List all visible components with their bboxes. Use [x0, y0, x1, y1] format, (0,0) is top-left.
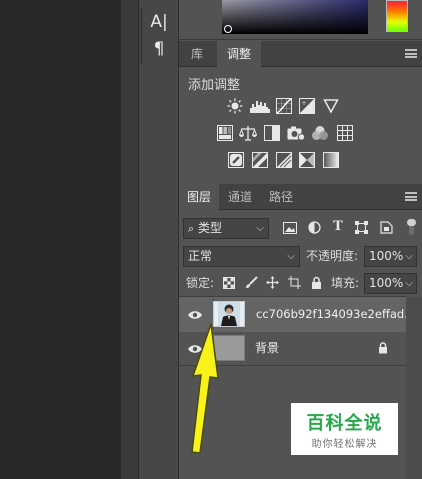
black-white-icon[interactable]: [264, 125, 280, 141]
tab-paths[interactable]: 路径: [261, 184, 301, 210]
svg-text:+: +: [302, 100, 307, 107]
fill-field[interactable]: 100% ⌵: [364, 273, 417, 294]
layer-name: 背景: [255, 341, 280, 355]
levels-icon[interactable]: [250, 98, 270, 114]
text-filter-icon[interactable]: T: [330, 219, 346, 234]
lock-artboard-icon[interactable]: [288, 276, 301, 289]
search-icon: ⌕: [188, 222, 195, 235]
posterize-icon[interactable]: [252, 152, 268, 168]
lock-label: 锁定:: [186, 276, 215, 290]
watermark-subtitle: 助你轻松解决: [311, 439, 378, 450]
tab-layers[interactable]: 图层: [179, 184, 219, 210]
tab-adjustments[interactable]: 调整: [217, 41, 261, 67]
adjustments-tabbar: 库 调整: [179, 41, 422, 67]
blend-mode-value: 正常: [188, 249, 213, 263]
opacity-value: 100%: [369, 249, 404, 263]
layer-name: cc706b92f134093e2effad...: [256, 307, 416, 321]
layers-scrollbar[interactable]: [406, 297, 422, 479]
opacity-field[interactable]: 100% ⌵: [364, 246, 417, 267]
tool-strip: [121, 0, 139, 479]
adjustment-filter-icon[interactable]: [308, 221, 321, 234]
channel-mixer-icon[interactable]: [311, 125, 329, 141]
tab-channels[interactable]: 通道: [221, 184, 259, 210]
lock-paint-icon[interactable]: [245, 276, 258, 289]
watermark-title: 百科全说: [306, 413, 383, 434]
fill-value: 100%: [369, 276, 404, 290]
tool-divider: [141, 8, 142, 64]
gradient-map-icon[interactable]: [323, 152, 339, 168]
tab-library[interactable]: 库: [179, 41, 215, 67]
lock-move-icon[interactable]: [266, 276, 279, 289]
type-tool-button[interactable]: A|: [146, 11, 172, 33]
image-filter-icon[interactable]: [283, 222, 297, 234]
adjustments-title: 添加调整: [188, 78, 241, 93]
tool-column: [139, 0, 179, 479]
filter-toggle[interactable]: [406, 219, 417, 235]
threshold-icon[interactable]: [276, 152, 292, 168]
photo-filter-icon[interactable]: [287, 125, 305, 141]
lock-transparent-icon[interactable]: [223, 277, 235, 289]
invert-icon[interactable]: [228, 152, 244, 168]
fill-label: 填充:: [331, 276, 360, 290]
color-picker-ring[interactable]: [224, 25, 232, 33]
chevron-down-icon: ⌵: [287, 251, 295, 262]
smart-object-filter-icon[interactable]: [380, 221, 393, 234]
shape-filter-icon[interactable]: [355, 221, 368, 234]
hue-saturation-icon[interactable]: [217, 125, 233, 141]
lock-icon[interactable]: [378, 342, 388, 354]
layers-menu-icon[interactable]: [405, 192, 417, 201]
vibrance-icon[interactable]: [323, 98, 339, 114]
annotation-arrow-icon: [191, 323, 219, 454]
chevron-down-icon: ⌵: [256, 223, 264, 234]
layers-tabbar: 图层 通道 路径: [179, 184, 422, 210]
paragraph-tool-button[interactable]: ¶: [146, 38, 172, 60]
watermark-logo: 百科全说 助你轻松解决: [291, 403, 398, 455]
blend-mode-select[interactable]: 正常 ⌵: [183, 246, 300, 267]
adjustments-menu-icon[interactable]: [405, 49, 417, 58]
filter-kind-value: 类型: [198, 221, 223, 235]
color-lookup-icon[interactable]: [337, 125, 353, 141]
chevron-down-icon: ⌵: [405, 251, 413, 262]
opacity-label: 不透明度:: [306, 249, 359, 263]
lock-all-icon[interactable]: [311, 276, 322, 289]
color-field[interactable]: [222, 0, 368, 34]
color-balance-icon[interactable]: [239, 125, 257, 141]
exposure-icon[interactable]: +: [299, 98, 315, 114]
brightness-icon[interactable]: [227, 98, 243, 114]
selective-color-icon[interactable]: [299, 152, 315, 168]
chevron-down-icon: ⌵: [405, 278, 413, 289]
canvas-area: [0, 0, 121, 479]
hue-slider[interactable]: [386, 0, 408, 32]
curves-icon[interactable]: [276, 98, 292, 114]
layer-filter-select[interactable]: ⌕ 类型 ⌵: [183, 218, 269, 239]
